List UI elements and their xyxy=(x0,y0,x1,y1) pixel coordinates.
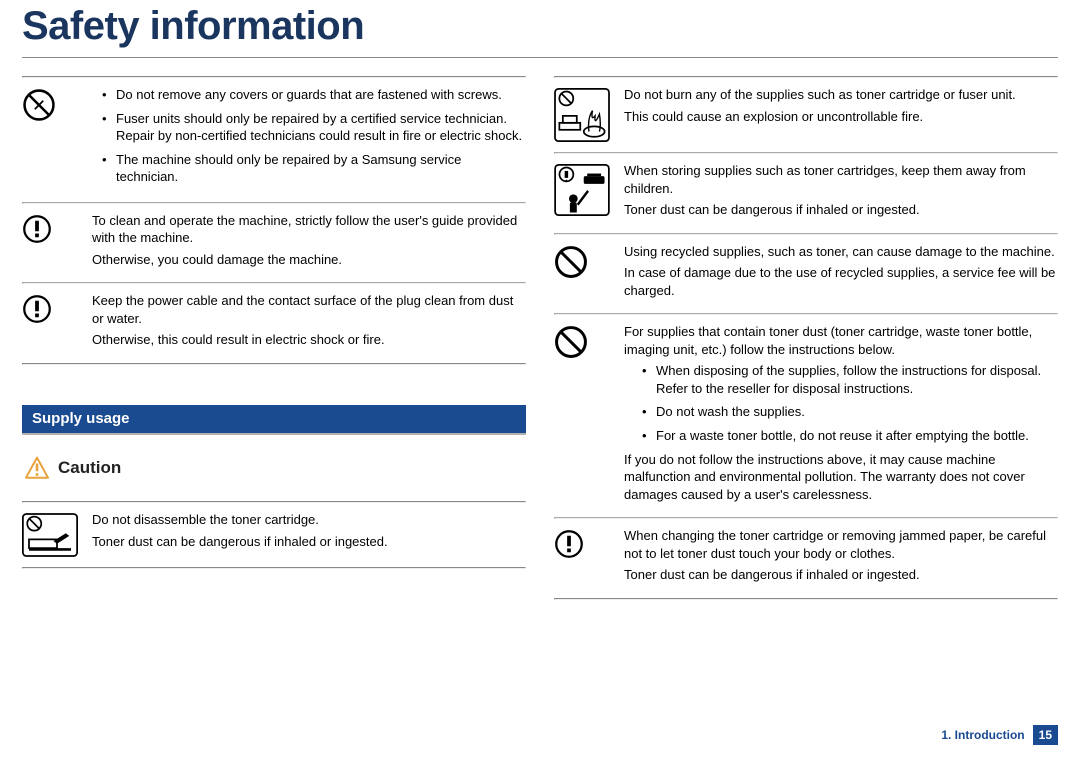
para: When storing supplies such as toner cart… xyxy=(624,162,1058,197)
safety-row: Do not disassemble the toner cartridge. … xyxy=(22,503,526,567)
safety-row: When changing the toner cartridge or rem… xyxy=(554,519,1058,598)
caution-heading: Caution xyxy=(24,455,526,481)
page-title: Safety information xyxy=(22,0,1058,58)
para: Otherwise, you could damage the machine. xyxy=(92,251,526,269)
section-band-supply-usage: Supply usage xyxy=(22,405,526,435)
left-column: Do not remove any covers or guards that … xyxy=(22,76,526,600)
prohibit-icon xyxy=(554,323,624,359)
bullet-item: Do not remove any covers or guards that … xyxy=(106,86,526,104)
para: Toner dust can be dangerous if inhaled o… xyxy=(624,566,1058,584)
footer-chapter: 1. Introduction xyxy=(941,728,1024,742)
safety-text: To clean and operate the machine, strict… xyxy=(92,212,526,273)
content-columns: Do not remove any covers or guards that … xyxy=(22,76,1058,600)
bullet-item: Fuser units should only be repaired by a… xyxy=(106,110,526,145)
bullet-item: For a waste toner bottle, do not reuse i… xyxy=(646,427,1058,445)
keep-away-children-icon xyxy=(554,162,624,216)
para: Do not burn any of the supplies such as … xyxy=(624,86,1058,104)
page-footer: 1. Introduction 15 xyxy=(941,725,1058,745)
para: In case of damage due to the use of recy… xyxy=(624,264,1058,299)
caution-triangle-icon xyxy=(24,455,50,481)
safety-text: Keep the power cable and the contact sur… xyxy=(92,292,526,353)
caution-label: Caution xyxy=(58,458,121,478)
para: Otherwise, this could result in electric… xyxy=(92,331,526,349)
exclaim-circle-icon xyxy=(554,527,624,559)
para: Toner dust can be dangerous if inhaled o… xyxy=(92,533,526,551)
para: For supplies that contain toner dust (to… xyxy=(624,323,1058,358)
exclaim-circle-icon xyxy=(22,292,92,324)
safety-text: When storing supplies such as toner cart… xyxy=(624,162,1058,223)
safety-text: Do not remove any covers or guards that … xyxy=(92,86,526,192)
safety-text: For supplies that contain toner dust (to… xyxy=(624,323,1058,507)
safety-row: When storing supplies such as toner cart… xyxy=(554,154,1058,233)
para: Do not disassemble the toner cartridge. xyxy=(92,511,526,529)
safety-row: Keep the power cable and the contact sur… xyxy=(22,284,526,363)
safety-text: When changing the toner cartridge or rem… xyxy=(624,527,1058,588)
para: Toner dust can be dangerous if inhaled o… xyxy=(624,201,1058,219)
safety-text: Using recycled supplies, such as toner, … xyxy=(624,243,1058,304)
no-tools-icon xyxy=(22,86,92,122)
safety-text: Do not burn any of the supplies such as … xyxy=(624,86,1058,129)
no-disassemble-icon xyxy=(22,511,92,557)
para: When changing the toner cartridge or rem… xyxy=(624,527,1058,562)
footer-page-number: 15 xyxy=(1033,725,1058,745)
safety-text: Do not disassemble the toner cartridge. … xyxy=(92,511,526,554)
bullet-item: Do not wash the supplies. xyxy=(646,403,1058,421)
para: Keep the power cable and the contact sur… xyxy=(92,292,526,327)
safety-row: Do not burn any of the supplies such as … xyxy=(554,78,1058,152)
safety-row: Using recycled supplies, such as toner, … xyxy=(554,235,1058,314)
safety-row: Do not remove any covers or guards that … xyxy=(22,78,526,202)
prohibit-icon xyxy=(554,243,624,279)
safety-row: For supplies that contain toner dust (to… xyxy=(554,315,1058,517)
no-burn-icon xyxy=(554,86,624,142)
exclaim-circle-icon xyxy=(22,212,92,244)
para: If you do not follow the instructions ab… xyxy=(624,451,1058,504)
bullet-item: The machine should only be repaired by a… xyxy=(106,151,526,186)
para: To clean and operate the machine, strict… xyxy=(92,212,526,247)
para: Using recycled supplies, such as toner, … xyxy=(624,243,1058,261)
para: This could cause an explosion or uncontr… xyxy=(624,108,1058,126)
bullet-item: When disposing of the supplies, follow t… xyxy=(646,362,1058,397)
right-column: Do not burn any of the supplies such as … xyxy=(554,76,1058,600)
safety-row: To clean and operate the machine, strict… xyxy=(22,204,526,283)
